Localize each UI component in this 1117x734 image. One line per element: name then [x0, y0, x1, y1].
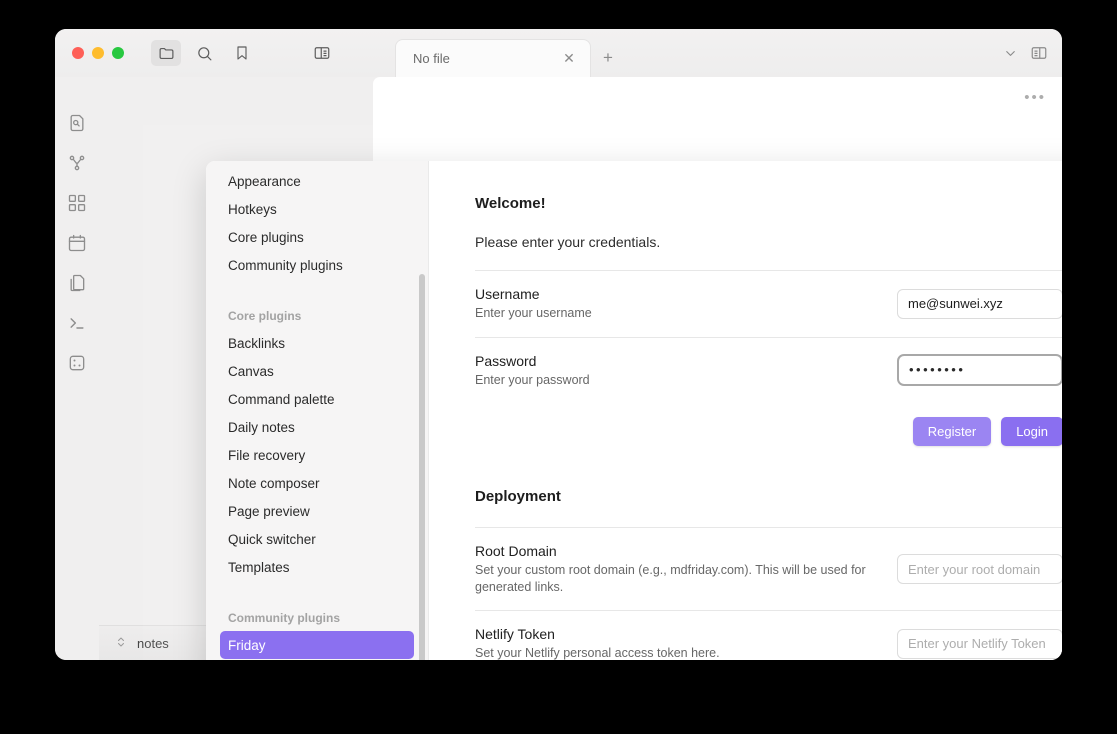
setting-row-username: Username Enter your username: [475, 270, 1062, 337]
settings-nav-list: Appearance Hotkeys Core plugins Community p…: [206, 167, 428, 659]
settings-nav-item-backlinks[interactable]: Backlinks: [220, 329, 414, 357]
setting-row-netlify-token: Netlify Token Set your Netlify personal …: [475, 610, 1062, 660]
maximize-window-button[interactable]: [112, 47, 124, 59]
settings-modal: Appearance Hotkeys Core plugins Community p…: [206, 161, 1062, 660]
deployment-title: Deployment: [475, 488, 561, 505]
window-titlebar: No file ✕ +: [55, 29, 1062, 77]
username-description: Enter your username: [475, 306, 592, 320]
settings-nav-item-community-plugins[interactable]: Community plugins: [220, 251, 414, 279]
settings-nav-item-core-plugins[interactable]: Core plugins: [220, 223, 414, 251]
close-icon[interactable]: ✕: [560, 50, 578, 68]
terminal-icon[interactable]: [67, 313, 87, 333]
minimize-window-button[interactable]: [92, 47, 104, 59]
netlify-token-label: Netlify Token: [475, 626, 555, 642]
register-button[interactable]: Register: [912, 417, 992, 446]
settings-nav-item-daily-notes[interactable]: Daily notes: [220, 413, 414, 441]
left-sidebar-toggle-icon[interactable]: [307, 40, 337, 66]
obsidian-app-window: No file ✕ + ••• notes Appearance Hotkeys…: [55, 29, 1062, 660]
right-sidebar-toggle-icon[interactable]: [1030, 44, 1048, 67]
settings-nav-item-command-palette[interactable]: Command palette: [220, 385, 414, 413]
desktop-background: No file ✕ + ••• notes Appearance Hotkeys…: [0, 0, 1117, 734]
tabstrip-right-controls: [1003, 44, 1062, 77]
copy-files-icon[interactable]: [67, 273, 87, 293]
welcome-title: Welcome!: [475, 195, 546, 212]
netlify-token-description: Set your Netlify personal access token h…: [475, 646, 720, 660]
settings-nav-item-quick-switcher[interactable]: Quick switcher: [220, 525, 414, 553]
settings-nav-scrollbar[interactable]: [419, 274, 425, 660]
more-options-icon[interactable]: •••: [1024, 89, 1046, 106]
settings-nav-item-friday[interactable]: Friday: [220, 631, 414, 659]
settings-nav-item-templates[interactable]: Templates: [220, 553, 414, 581]
settings-nav: Appearance Hotkeys Core plugins Community p…: [206, 161, 429, 660]
username-label: Username: [475, 286, 540, 302]
password-input[interactable]: ••••••••: [897, 354, 1062, 387]
nav-section-heading: Community plugins: [228, 611, 340, 625]
chevron-down-icon[interactable]: [1003, 46, 1018, 66]
settings-nav-item-note-composer[interactable]: Note composer: [220, 469, 414, 497]
tab-no-file[interactable]: No file ✕: [395, 39, 591, 77]
username-info: Username Enter your username: [475, 286, 592, 322]
canvas-grid-icon[interactable]: [67, 193, 87, 213]
settings-nav-item-file-recovery[interactable]: File recovery: [220, 441, 414, 469]
root-domain-input[interactable]: [897, 554, 1062, 584]
login-button[interactable]: Login: [1001, 417, 1062, 446]
bookmark-icon[interactable]: [227, 40, 257, 66]
password-description: Enter your password: [475, 372, 590, 387]
settings-content: ✕ Welcome! Please enter your credentials…: [429, 161, 1062, 660]
settings-nav-item-page-preview[interactable]: Page preview: [220, 497, 414, 525]
tab-strip: No file ✕ +: [395, 29, 1062, 77]
settings-nav-item-appearance[interactable]: Appearance: [220, 167, 414, 195]
traffic-lights: [72, 47, 124, 59]
password-label: Password: [475, 352, 537, 369]
search-icon[interactable]: [189, 40, 219, 66]
auth-button-row: Register Login: [475, 403, 1062, 448]
settings-nav-item-canvas[interactable]: Canvas: [220, 357, 414, 385]
password-masked-value: ••••••••: [909, 361, 966, 377]
dice-icon[interactable]: [67, 353, 87, 373]
workspace: ••• notes Appearance Hotkeys Core plugin…: [99, 77, 1062, 660]
nav-section-heading: Core plugins: [228, 309, 302, 323]
graph-view-icon[interactable]: [67, 153, 87, 173]
netlify-token-input[interactable]: [897, 628, 1062, 659]
username-input[interactable]: [897, 288, 1062, 319]
titlebar-toolbar: [151, 40, 337, 66]
folder-icon[interactable]: [151, 40, 181, 66]
welcome-subtitle: Please enter your credentials.: [475, 234, 661, 250]
close-window-button[interactable]: [72, 47, 84, 59]
netlify-token-info: Netlify Token Set your Netlify personal …: [475, 626, 720, 660]
root-domain-info: Root Domain Set your custom root domain …: [475, 543, 875, 595]
left-ribbon: [55, 77, 99, 660]
password-info: Password Enter your password: [475, 353, 590, 389]
settings-nav-item-hotkeys[interactable]: Hotkeys: [220, 195, 414, 223]
root-domain-label: Root Domain: [475, 543, 557, 559]
setting-row-root-domain: Root Domain Set your custom root domain …: [475, 527, 1062, 610]
new-tab-button[interactable]: +: [591, 39, 625, 77]
calendar-icon[interactable]: [67, 233, 87, 253]
tab-title: No file: [413, 51, 450, 66]
updown-chevrons-icon: [115, 635, 127, 652]
setting-row-password: Password Enter your password ••••••••: [475, 336, 1062, 404]
file-search-icon[interactable]: [67, 113, 87, 133]
root-domain-description: Set your custom root domain (e.g., mdfri…: [475, 563, 866, 594]
